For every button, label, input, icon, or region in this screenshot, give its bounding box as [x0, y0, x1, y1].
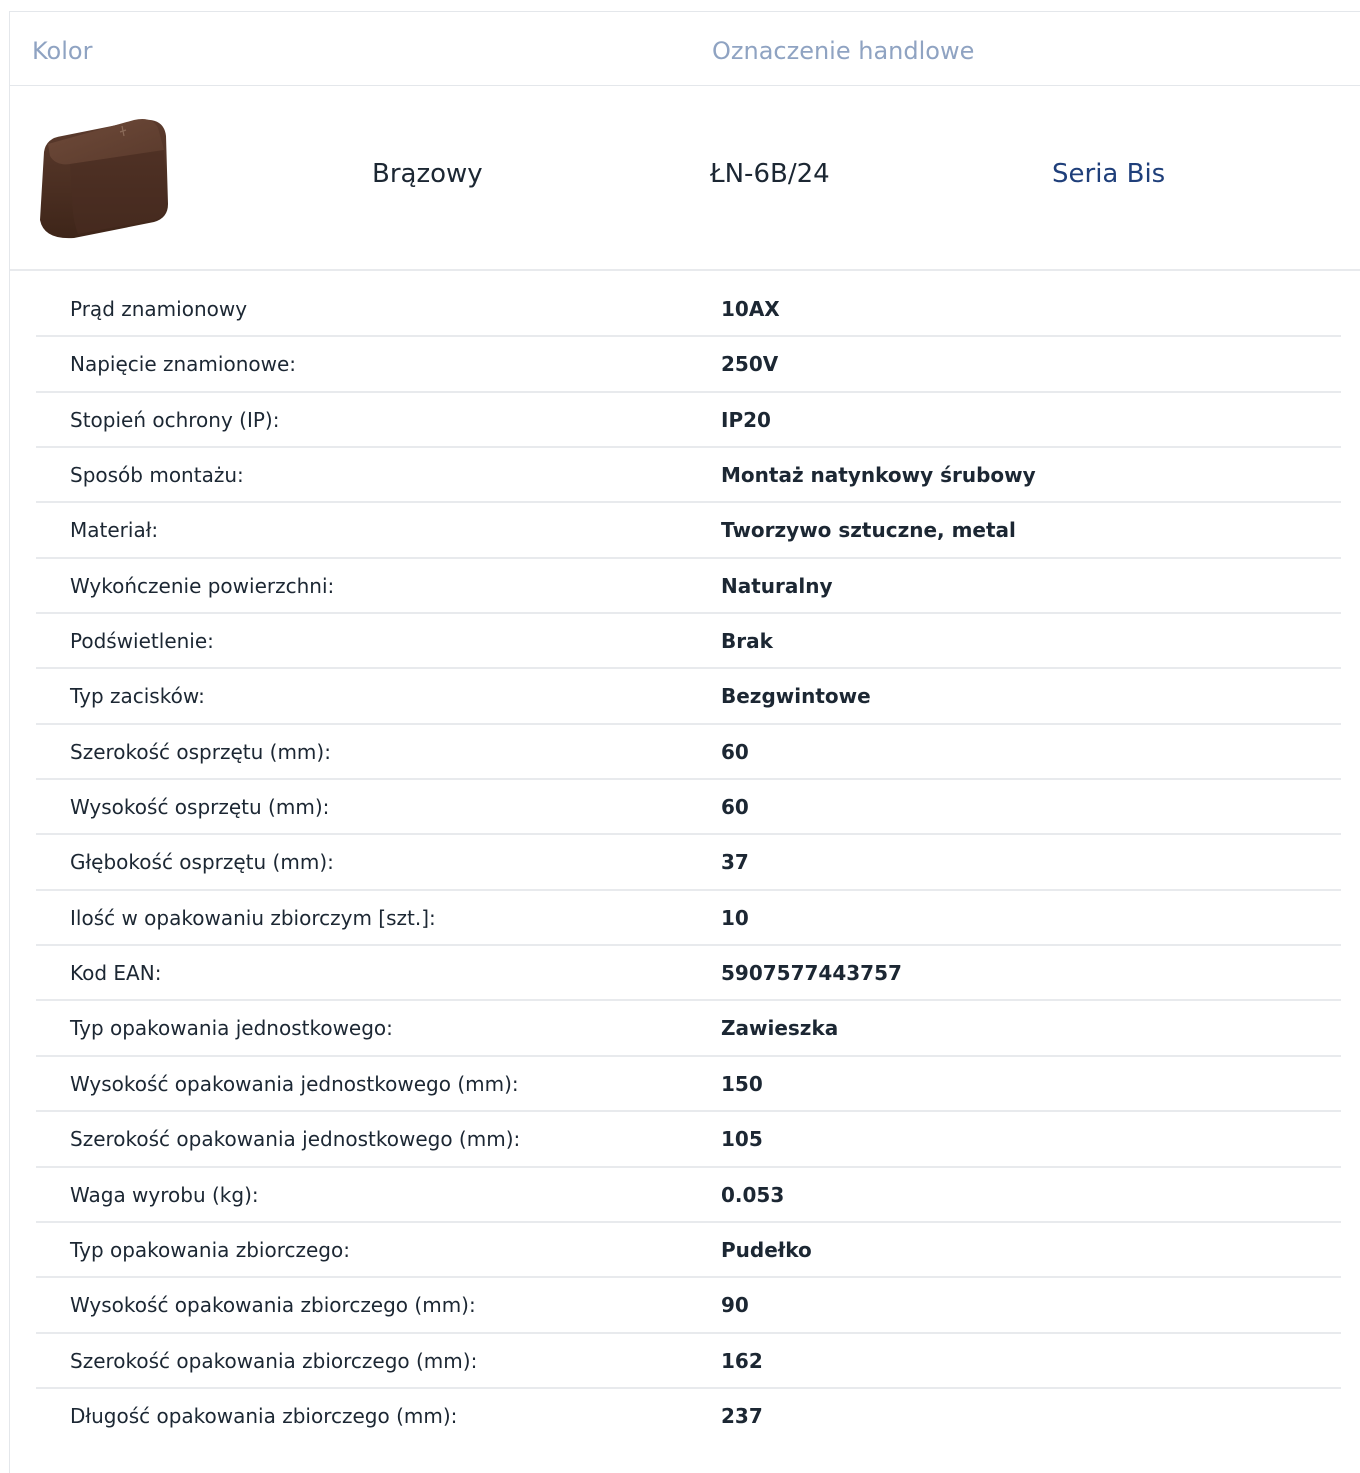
table-row: Sposób montażu: Montaż natynkowy śrubowy	[36, 448, 1341, 504]
surface-socket-icon	[34, 108, 174, 240]
spec-label: Wysokość opakowania jednostkowego (mm):	[70, 1071, 519, 1096]
series-link[interactable]: Seria Bis	[1052, 158, 1165, 190]
table-row: Szerokość osprzętu (mm): 60	[36, 725, 1341, 781]
spec-label: Długość opakowania zbiorczego (mm):	[70, 1403, 458, 1428]
spec-label: Szerokość opakowania jednostkowego (mm):	[70, 1127, 521, 1152]
spec-value: 105	[721, 1127, 763, 1152]
spec-value: Naturalny	[721, 573, 833, 598]
table-row: Napięcie znamionowe: 250V	[36, 337, 1341, 393]
spec-value: Brak	[721, 629, 773, 654]
table-row: Podświetlenie: Brak	[36, 614, 1341, 670]
product-variant-row: Brązowy ŁN-6B/24 Seria Bis	[10, 86, 1360, 271]
spec-value: IP20	[721, 407, 771, 432]
table-header: Kolor Oznaczenie handlowe	[10, 12, 1360, 86]
spec-value: 60	[721, 795, 749, 820]
product-code: ŁN-6B/24	[710, 159, 830, 189]
spec-value: 162	[721, 1348, 763, 1373]
spec-value: 5907577443757	[721, 961, 902, 986]
spec-value: 250V	[721, 352, 779, 377]
table-row: Waga wyrobu (kg): 0.053	[36, 1168, 1341, 1223]
spec-label: Szerokość osprzętu (mm):	[70, 739, 331, 764]
table-row: Wysokość osprzętu (mm): 60	[36, 780, 1341, 836]
table-row: Typ zacisków: Bezgwintowe	[36, 669, 1341, 725]
spec-value: 237	[721, 1403, 763, 1428]
spec-label: Typ opakowania zbiorczego:	[70, 1237, 350, 1262]
spec-value: Bezgwintowe	[721, 684, 871, 709]
table-row: Długość opakowania zbiorczego (mm): 237	[36, 1389, 1341, 1444]
table-row: Typ opakowania jednostkowego: Zawieszka	[36, 1001, 1341, 1057]
spec-label: Szerokość opakowania zbiorczego (mm):	[70, 1348, 478, 1373]
spec-label: Podświetlenie:	[70, 629, 214, 654]
spec-label: Typ zacisków:	[70, 684, 205, 709]
table-row: Kod EAN: 5907577443757	[36, 946, 1341, 1002]
spec-label: Wykończenie powierzchni:	[70, 573, 335, 598]
spec-value: Zawieszka	[721, 1016, 839, 1041]
spec-label: Napięcie znamionowe:	[70, 352, 297, 377]
table-row: Prąd znamionowy 10AX	[36, 282, 1341, 338]
table-row: Materiał: Tworzywo sztuczne, metal	[36, 503, 1341, 559]
spec-value: Montaż natynkowy śrubowy	[721, 463, 1036, 488]
spec-label: Stopień ochrony (IP):	[70, 407, 280, 432]
table-row: Wysokość opakowania jednostkowego (mm): 1…	[36, 1057, 1341, 1113]
spec-value: Tworzywo sztuczne, metal	[721, 518, 1016, 543]
table-row: Typ opakowania zbiorczego: Pudełko	[36, 1223, 1341, 1279]
spec-value: 10	[721, 905, 749, 930]
spec-value: 10AX	[721, 297, 780, 321]
spec-label: Prąd znamionowy	[70, 297, 248, 321]
color-column-header: Kolor	[32, 37, 93, 65]
spec-label: Ilość w opakowaniu zbiorczym [szt.]:	[70, 905, 436, 930]
trade-designation-column-header: Oznaczenie handlowe	[712, 37, 975, 65]
table-row: Ilość w opakowaniu zbiorczym [szt.]: 10	[36, 891, 1341, 947]
table-row: Szerokość opakowania zbiorczego (mm): 162	[36, 1334, 1341, 1389]
table-row: Szerokość opakowania jednostkowego (mm):…	[36, 1112, 1341, 1168]
spec-value: 0.053	[721, 1182, 785, 1207]
product-color-name: Brązowy	[372, 159, 483, 189]
spec-value: 60	[721, 739, 749, 764]
spec-label: Wysokość osprzętu (mm):	[70, 795, 330, 820]
spec-label: Głębokość osprzętu (mm):	[70, 850, 334, 875]
table-row: Głębokość osprzętu (mm): 37	[36, 835, 1341, 891]
specification-table: Prąd znamionowy 10AX Napięcie znamionowe: 2…	[36, 282, 1341, 1444]
spec-label: Sposób montażu:	[70, 463, 244, 488]
spec-label: Waga wyrobu (kg):	[70, 1182, 259, 1207]
spec-value: 90	[721, 1293, 749, 1318]
spec-label: Materiał:	[70, 518, 159, 543]
spec-label: Kod EAN:	[70, 961, 162, 986]
table-row: Stopień ochrony (IP): IP20	[36, 393, 1341, 449]
table-row: Wykończenie powierzchni: Naturalny	[36, 559, 1341, 615]
table-row: Wysokość opakowania zbiorczego (mm): 90	[36, 1278, 1341, 1334]
spec-value: 150	[721, 1071, 763, 1096]
spec-value: Pudełko	[721, 1237, 812, 1262]
spec-value: 37	[721, 850, 749, 875]
spec-label: Wysokość opakowania zbiorczego (mm):	[70, 1293, 476, 1318]
spec-label: Typ opakowania jednostkowego:	[70, 1016, 393, 1041]
